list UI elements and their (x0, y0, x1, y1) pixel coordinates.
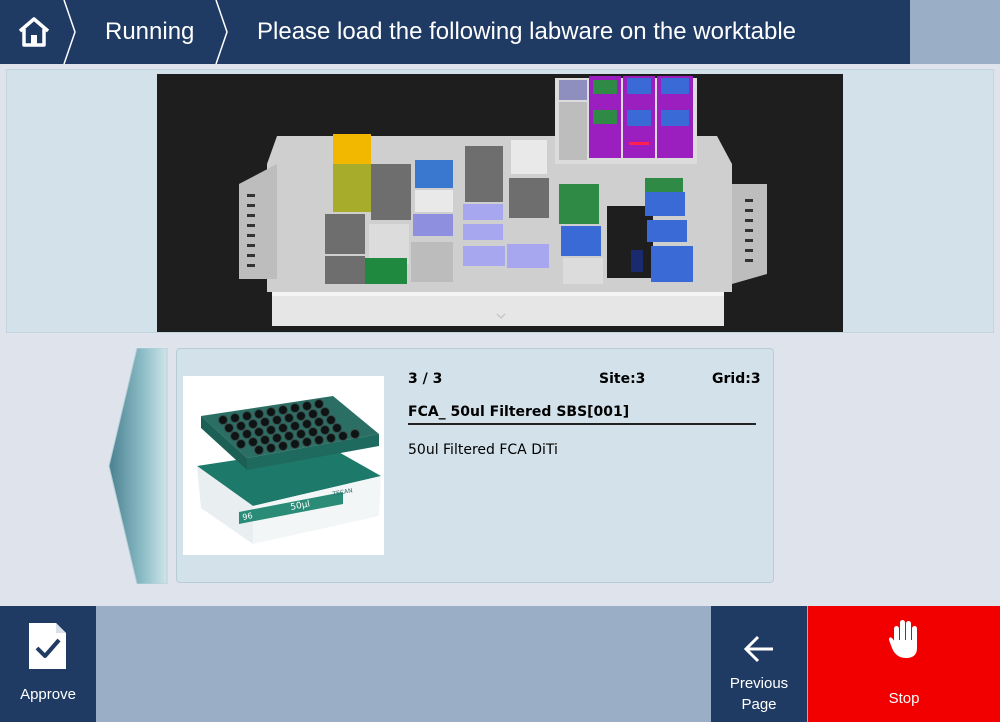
page-title: Please load the following labware on the… (257, 18, 797, 45)
approve-button[interactable]: Approve (0, 606, 96, 722)
breadcrumb-separator-icon (215, 0, 228, 64)
breadcrumb-separator-icon (63, 0, 76, 64)
tip-rack-image: 96 50µl TECAN (197, 396, 381, 544)
worktable-3d-view[interactable] (157, 74, 843, 332)
breadcrumb-running[interactable]: Running (105, 0, 194, 64)
labware-photo: 96 50µl TECAN (183, 376, 384, 555)
stop-hand-icon (889, 620, 917, 658)
photo-label-96: 96 (242, 511, 254, 522)
labware-grid: Grid:3 (712, 371, 761, 387)
header-right-pad (910, 0, 1000, 64)
approve-checkbox-icon (29, 623, 66, 669)
home-button[interactable] (0, 0, 66, 64)
previous-label-line2: Page (741, 696, 777, 713)
labware-name: FCA_ 50ul Filtered SBS[001] (408, 404, 630, 420)
labware-site: Site:3 (599, 371, 646, 387)
worktable-render (239, 76, 767, 326)
labware-position: 3 / 3 (408, 371, 443, 387)
arrow-left-icon (743, 635, 773, 663)
name-divider (408, 423, 756, 425)
labware-card: 96 50µl TECAN 3 / 3 Site:3 Grid:3 FCA_ 5… (176, 348, 774, 583)
stop-button[interactable]: Stop (808, 606, 1000, 722)
previous-page-button[interactable]: Previous Page (711, 606, 807, 722)
header-bar: Running Please load the following labwar… (0, 0, 1000, 64)
previous-labware-arrow[interactable] (107, 348, 169, 584)
previous-label-line1: Previous (729, 675, 789, 692)
home-icon (18, 17, 50, 47)
stop-label: Stop (888, 690, 920, 707)
labware-description: 50ul Filtered FCA DiTi (408, 442, 558, 458)
footer-bar: Approve Previous Page Stop (0, 606, 1000, 722)
approve-label: Approve (20, 686, 76, 703)
